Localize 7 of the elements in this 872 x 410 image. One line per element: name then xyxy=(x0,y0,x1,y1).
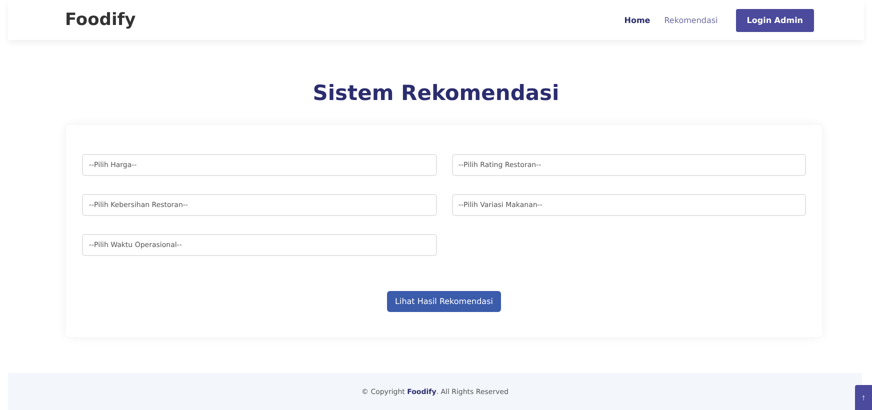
brand-logo[interactable]: Foodify xyxy=(65,10,624,30)
nav-link[interactable]: Rekomendasi xyxy=(664,16,718,24)
back-to-top-button[interactable]: ↑ xyxy=(855,385,872,410)
nav-link[interactable]: Home xyxy=(624,16,650,24)
page-title: Sistem Rekomendasi xyxy=(312,81,560,105)
login-button[interactable]: Login Admin xyxy=(736,8,814,32)
submit-button[interactable]: Lihat Hasil Rekomendasi xyxy=(387,291,501,312)
